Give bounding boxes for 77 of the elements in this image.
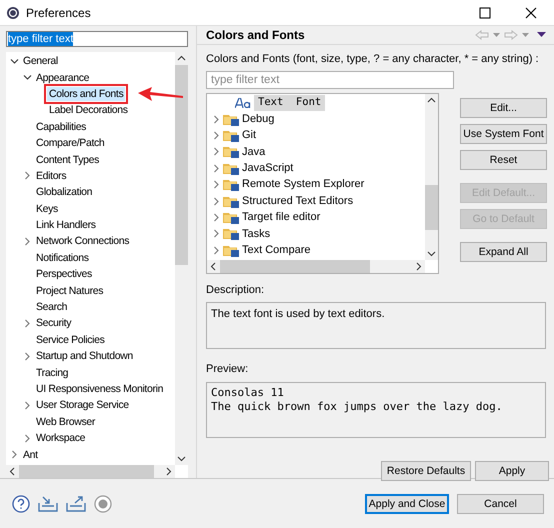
- folder-icon: [223, 162, 239, 175]
- tree-item[interactable]: Tracing: [34, 366, 70, 380]
- tree-item[interactable]: Compare/Patch: [34, 136, 106, 150]
- tree-item[interactable]: Perspectives: [34, 267, 94, 282]
- tree-item[interactable]: Editors: [34, 168, 68, 183]
- page-title: Colors and Fonts: [206, 27, 305, 44]
- folder-icon: [223, 227, 239, 240]
- font-category[interactable]: Structured Text Editors: [242, 192, 354, 210]
- tree-item[interactable]: Security: [34, 316, 74, 330]
- tree-item[interactable]: Startup and Shutdown: [34, 349, 135, 364]
- folder-icon: [223, 178, 239, 192]
- font-category[interactable]: JavaScript: [242, 160, 294, 177]
- side-button[interactable]: Edit...: [460, 98, 547, 118]
- tree-item[interactable]: UI Responsiveness Monitorin: [34, 382, 166, 396]
- font-item[interactable]: Text Font: [254, 94, 326, 111]
- description-label: Description:: [206, 282, 266, 298]
- tree-item[interactable]: Keys: [34, 202, 60, 216]
- tree-item[interactable]: Project Natures: [34, 284, 106, 298]
- font-category[interactable]: Debug: [242, 110, 274, 128]
- tree-item[interactable]: Globalization: [34, 185, 94, 200]
- side-button[interactable]: Expand All: [460, 242, 547, 262]
- side-button[interactable]: Use System Font: [460, 124, 547, 144]
- tree-item[interactable]: Content Types: [34, 152, 101, 167]
- tree-item[interactable]: User Storage Service: [34, 398, 131, 412]
- record-icon[interactable]: [94, 494, 112, 512]
- tree-item[interactable]: Appearance: [34, 70, 92, 85]
- restore-defaults-button[interactable]: Restore Defaults: [381, 460, 471, 480]
- dropdown-icon[interactable]: [493, 32, 500, 38]
- preview-label: Preview:: [206, 362, 250, 377]
- tree-item[interactable]: Web Browser: [34, 414, 97, 429]
- filter-field[interactable]: type filter text: [6, 31, 188, 47]
- folder-icon: [223, 128, 239, 142]
- expander-icon[interactable]: [10, 58, 19, 65]
- tree-item[interactable]: Colors and Fonts: [47, 86, 126, 101]
- side-button[interactable]: Reset: [460, 150, 547, 170]
- font-category[interactable]: Git: [242, 127, 256, 144]
- horizontal-scrollbar[interactable]: [207, 260, 425, 272]
- tree-item[interactable]: Notifications: [34, 250, 91, 265]
- tree-item[interactable]: General: [21, 54, 60, 68]
- dropdown-icon[interactable]: [522, 32, 529, 38]
- filter-label: Colors and Fonts (font, size, type, ? = any character, * = any string) :: [206, 52, 540, 67]
- vertical-scrollbar[interactable]: [425, 94, 438, 260]
- import-icon[interactable]: [38, 494, 58, 512]
- tree-item[interactable]: Capabilities: [34, 120, 88, 134]
- apply-and-close-button[interactable]: Apply and Close: [365, 494, 449, 514]
- font-category[interactable]: Tasks: [242, 226, 270, 242]
- preview-text: Consolas 11: [211, 386, 285, 400]
- menu-icon[interactable]: [537, 32, 546, 38]
- preview-text: The quick brown fox jumps over the lazy dog.: [211, 400, 504, 414]
- cancel-button[interactable]: Cancel: [457, 494, 544, 514]
- tree-item[interactable]: Link Handlers: [34, 218, 98, 232]
- annotation-arrow: [138, 86, 184, 104]
- folder-icon: [223, 194, 239, 208]
- folder-icon: [223, 210, 239, 224]
- font-category[interactable]: Target file editor: [242, 209, 320, 226]
- folder-icon: [223, 112, 239, 126]
- folder-icon: [223, 145, 239, 158]
- apply-button[interactable]: Apply: [475, 460, 549, 480]
- description-box: The text font is used by text editors.: [206, 302, 546, 349]
- tree-item[interactable]: Service Policies: [34, 332, 107, 347]
- tree-item[interactable]: Network Connections: [34, 234, 132, 248]
- tree-item[interactable]: Workspace: [34, 431, 88, 446]
- tree-item[interactable]: Label Decorations: [47, 103, 130, 118]
- font-category[interactable]: Remote System Explorer: [242, 176, 364, 193]
- font-category[interactable]: Text Compare: [242, 242, 310, 258]
- export-icon[interactable]: [66, 494, 86, 512]
- tree-item[interactable]: Search: [34, 300, 70, 314]
- font-icon: [235, 98, 251, 108]
- window-title: Preferences: [26, 4, 91, 22]
- folder-icon: [223, 244, 239, 257]
- font-filter-field[interactable]: type filter text: [206, 70, 454, 88]
- expander-icon[interactable]: [23, 74, 32, 82]
- tree-item[interactable]: Ant: [21, 448, 40, 462]
- help-icon[interactable]: [12, 494, 30, 512]
- horizontal-scrollbar[interactable]: [6, 465, 175, 478]
- font-category[interactable]: Java: [242, 144, 266, 160]
- app-icon: [6, 6, 20, 20]
